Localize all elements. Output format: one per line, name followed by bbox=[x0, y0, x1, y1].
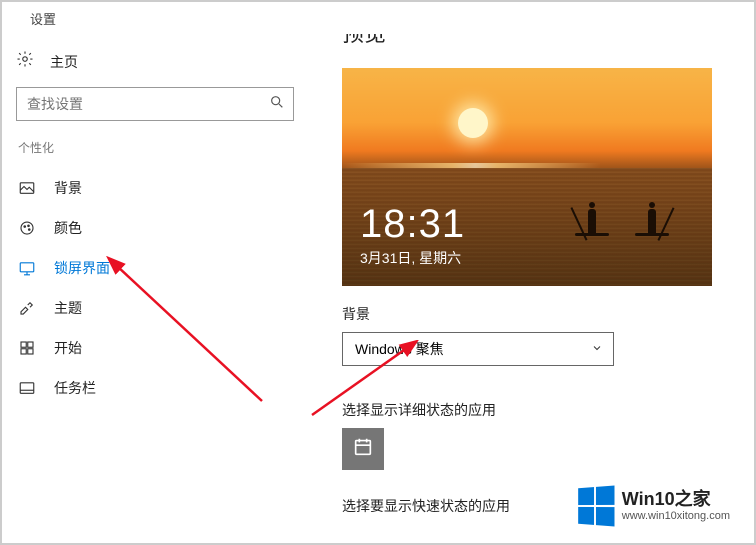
sidebar-home[interactable]: 主页 bbox=[16, 44, 302, 87]
sidebar-item-taskbar[interactable]: 任务栏 bbox=[16, 368, 302, 408]
search-input[interactable] bbox=[27, 96, 269, 112]
sidebar-home-label: 主页 bbox=[50, 52, 78, 72]
search-input-container[interactable] bbox=[16, 87, 294, 121]
sidebar: 主页 个性化 背景 颜色 锁屏界面 主题 开始 bbox=[2, 34, 302, 543]
sidebar-item-colors[interactable]: 颜色 bbox=[16, 208, 302, 248]
detail-apps-label: 选择显示详细状态的应用 bbox=[342, 400, 754, 420]
detail-app-tile[interactable] bbox=[342, 428, 384, 470]
calendar-icon bbox=[352, 436, 374, 463]
sidebar-item-label: 开始 bbox=[54, 338, 82, 358]
taskbar-icon bbox=[18, 379, 36, 397]
preview-clock-date: 3月31日, 星期六 bbox=[360, 248, 465, 268]
monitor-icon bbox=[18, 259, 36, 277]
gear-icon bbox=[16, 50, 34, 73]
sidebar-item-label: 主题 bbox=[54, 298, 82, 318]
sidebar-item-themes[interactable]: 主题 bbox=[16, 288, 302, 328]
preview-clock-time: 18:31 bbox=[360, 204, 465, 244]
chevron-down-icon bbox=[591, 341, 603, 357]
sidebar-item-start[interactable]: 开始 bbox=[16, 328, 302, 368]
sidebar-category: 个性化 bbox=[18, 139, 302, 156]
palette-icon bbox=[18, 219, 36, 237]
sidebar-item-lockscreen[interactable]: 锁屏界面 bbox=[16, 248, 302, 288]
grid-icon bbox=[18, 339, 36, 357]
lockscreen-preview: 18:31 3月31日, 星期六 bbox=[342, 68, 712, 286]
brush-icon bbox=[18, 299, 36, 317]
background-dropdown[interactable]: Windows 聚焦 bbox=[342, 332, 614, 366]
sidebar-item-label: 锁屏界面 bbox=[54, 258, 110, 278]
sidebar-item-label: 背景 bbox=[54, 178, 82, 198]
background-section-label: 背景 bbox=[342, 304, 754, 324]
sidebar-item-label: 任务栏 bbox=[54, 378, 96, 398]
watermark: Win10之家 www.win10xitong.com bbox=[576, 487, 730, 525]
windows-logo-icon bbox=[578, 485, 614, 526]
search-icon bbox=[269, 94, 285, 115]
watermark-title: Win10之家 bbox=[622, 490, 730, 510]
watermark-url: www.win10xitong.com bbox=[622, 510, 730, 522]
topbar-title: 设置 bbox=[30, 9, 56, 28]
main-content: 预览 18:31 3月31日, 星期六 背景 Windows 聚焦 选择显示详细… bbox=[302, 34, 754, 543]
sidebar-item-label: 颜色 bbox=[54, 218, 82, 238]
sidebar-item-background[interactable]: 背景 bbox=[16, 168, 302, 208]
page-title: 预览 bbox=[342, 34, 754, 54]
picture-icon bbox=[18, 179, 36, 197]
dropdown-value: Windows 聚焦 bbox=[355, 339, 444, 359]
